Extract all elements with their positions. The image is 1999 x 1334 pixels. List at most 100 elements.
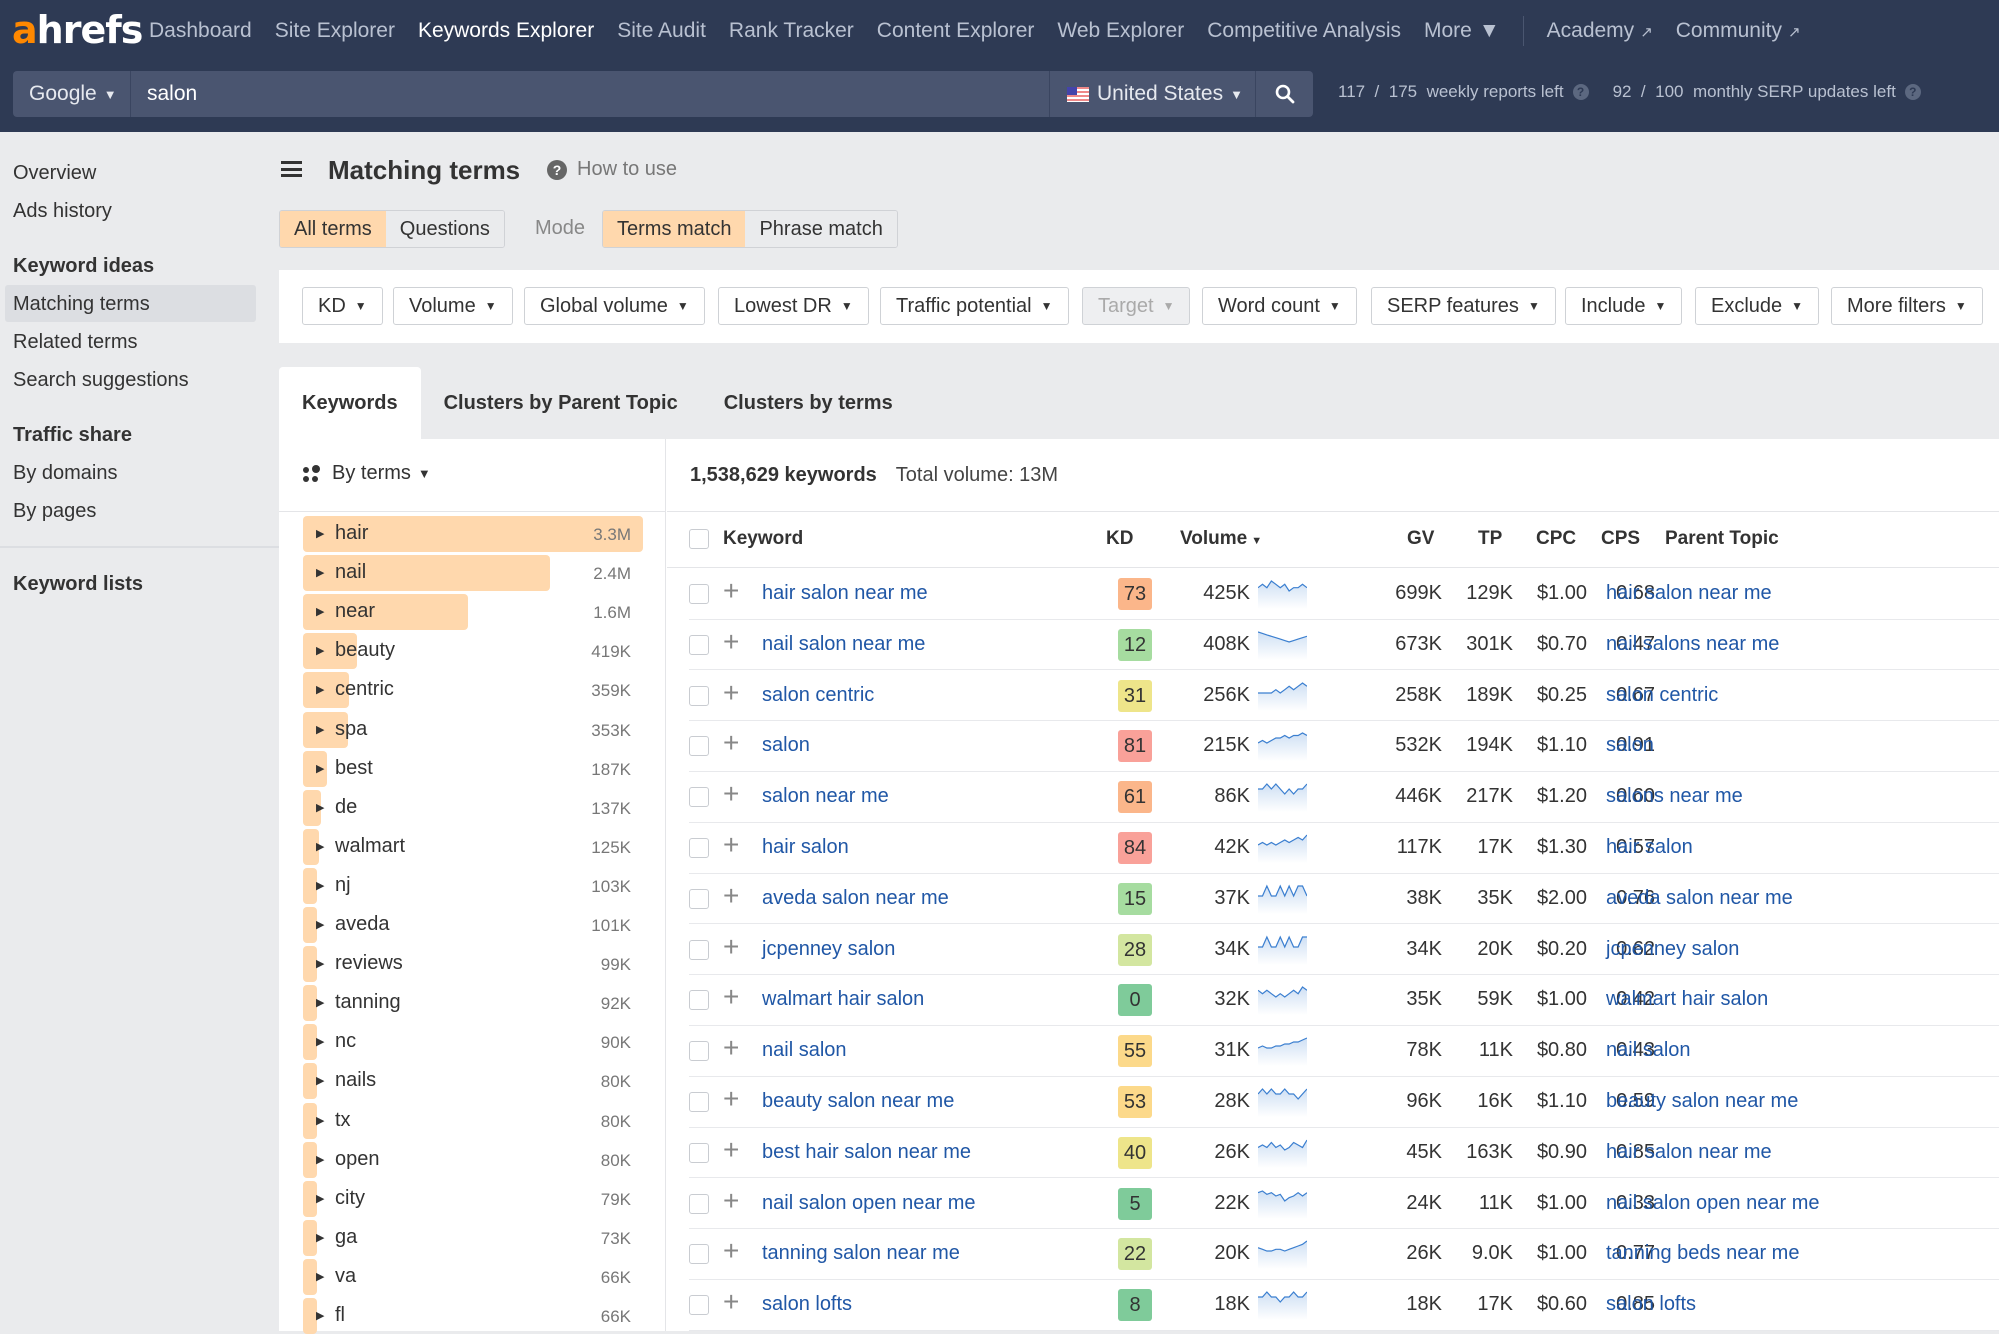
nav-more-menu[interactable]: More ▼ (1424, 19, 1500, 43)
add-to-list-icon[interactable]: + (723, 626, 739, 658)
add-to-list-icon[interactable]: + (723, 575, 739, 607)
parent-topic-link[interactable]: walmart hair salon (1606, 988, 1768, 1011)
term-item[interactable]: ▶ tx 80K (303, 1102, 643, 1139)
add-to-list-icon[interactable]: + (723, 677, 739, 709)
row-checkbox[interactable] (689, 888, 709, 909)
nav-dashboard[interactable]: Dashboard (149, 19, 252, 43)
trend-sparkline[interactable] (1258, 1237, 1307, 1270)
parent-topic-link[interactable]: beauty salon near me (1606, 1090, 1798, 1113)
hamburger-menu-icon[interactable] (281, 161, 302, 177)
column-cpc[interactable]: CPC (1536, 528, 1576, 550)
trend-sparkline[interactable] (1258, 577, 1307, 609)
keyword-link[interactable]: salon (762, 734, 810, 757)
select-all-checkbox[interactable] (689, 529, 709, 549)
row-checkbox[interactable] (689, 1193, 709, 1214)
column-volume[interactable]: Volume ▼ (1180, 528, 1262, 550)
trend-sparkline[interactable] (1258, 983, 1307, 1016)
trend-sparkline[interactable] (1258, 1187, 1307, 1219)
row-checkbox[interactable] (689, 736, 709, 757)
expand-triangle-icon[interactable]: ▶ (316, 1035, 324, 1048)
parent-topic-link[interactable]: tanning beds near me (1606, 1242, 1799, 1265)
toggle-phrase-match[interactable]: Phrase match (745, 211, 897, 247)
expand-triangle-icon[interactable]: ▶ (316, 1270, 324, 1283)
parent-topic-link[interactable]: salon (1606, 734, 1654, 757)
add-to-list-icon[interactable]: + (723, 931, 739, 963)
add-to-list-icon[interactable]: + (723, 829, 739, 861)
sidebar-item-related-terms[interactable]: Related terms (13, 331, 138, 354)
keyword-link[interactable]: best hair salon near me (762, 1141, 971, 1164)
sidebar-item-overview[interactable]: Overview (13, 162, 96, 185)
row-checkbox[interactable] (689, 584, 709, 604)
term-item[interactable]: ▶ ga 73K (303, 1219, 643, 1256)
keyword-search-input[interactable]: salon (131, 71, 1049, 117)
term-item[interactable]: ▶ beauty 419K (303, 633, 643, 670)
trend-sparkline[interactable] (1258, 1034, 1307, 1067)
add-to-list-icon[interactable]: + (723, 1083, 739, 1115)
expand-triangle-icon[interactable]: ▶ (316, 1192, 324, 1205)
expand-triangle-icon[interactable]: ▶ (316, 957, 324, 970)
nav-academy[interactable]: Academy ↗ (1547, 19, 1653, 43)
filter-word-count[interactable]: Word count ▼ (1202, 287, 1357, 325)
trend-sparkline[interactable] (1258, 1288, 1307, 1321)
parent-topic-link[interactable]: nail salon open near me (1606, 1192, 1819, 1215)
expand-triangle-icon[interactable]: ▶ (316, 1074, 324, 1087)
parent-topic-link[interactable]: jcpenney salon (1606, 938, 1739, 961)
sidebar-item-keyword-lists[interactable]: Keyword lists (13, 573, 143, 596)
parent-topic-link[interactable]: salon lofts (1606, 1293, 1696, 1316)
row-checkbox[interactable] (689, 685, 709, 706)
filter-more-filters[interactable]: More filters ▼ (1831, 287, 1983, 325)
sidebar-item-matching-terms[interactable]: Matching terms (13, 293, 150, 316)
filter-kd[interactable]: KD ▼ (302, 287, 383, 325)
trend-sparkline[interactable] (1258, 780, 1307, 813)
row-checkbox[interactable] (689, 634, 709, 655)
term-item[interactable]: ▶ nail 2.4M (303, 555, 643, 592)
term-item[interactable]: ▶ reviews 99K (303, 946, 643, 983)
term-item[interactable]: ▶ best 187K (303, 750, 643, 787)
add-to-list-icon[interactable]: + (723, 778, 739, 810)
sidebar-item-by-domains[interactable]: By domains (13, 462, 118, 485)
column-kd[interactable]: KD (1106, 528, 1133, 550)
expand-triangle-icon[interactable]: ▶ (316, 879, 324, 892)
term-item[interactable]: ▶ nc 90K (303, 1024, 643, 1061)
expand-triangle-icon[interactable]: ▶ (316, 1153, 324, 1166)
term-item[interactable]: ▶ va 66K (303, 1258, 643, 1295)
add-to-list-icon[interactable]: + (723, 1185, 739, 1217)
row-checkbox[interactable] (689, 1244, 709, 1265)
keyword-link[interactable]: walmart hair salon (762, 988, 924, 1011)
expand-triangle-icon[interactable]: ▶ (316, 527, 324, 540)
row-checkbox[interactable] (689, 1092, 709, 1112)
nav-keywords-explorer[interactable]: Keywords Explorer (418, 19, 594, 43)
parent-topic-link[interactable]: hair salon near me (1606, 582, 1772, 605)
keyword-link[interactable]: aveda salon near me (762, 887, 949, 910)
parent-topic-link[interactable]: nail salon (1606, 1039, 1691, 1062)
tab-clusters-by-terms[interactable]: Clusters by terms (701, 367, 916, 439)
column-parent-topic[interactable]: Parent Topic (1665, 528, 1779, 550)
column-gv[interactable]: GV (1407, 528, 1434, 550)
parent-topic-link[interactable]: salon centric (1606, 684, 1718, 707)
search-engine-select[interactable]: Google ▼ (13, 71, 131, 117)
parent-topic-link[interactable]: aveda salon near me (1606, 887, 1793, 910)
row-checkbox[interactable] (689, 990, 709, 1011)
trend-sparkline[interactable] (1258, 628, 1307, 660)
trend-sparkline[interactable] (1258, 1136, 1307, 1168)
column-tp[interactable]: TP (1478, 528, 1502, 550)
add-to-list-icon[interactable]: + (723, 727, 739, 759)
help-icon[interactable]: ? (1572, 84, 1589, 100)
keyword-link[interactable]: hair salon (762, 836, 849, 859)
tab-keywords[interactable]: Keywords (279, 367, 421, 439)
row-checkbox[interactable] (689, 939, 709, 960)
keyword-link[interactable]: salon centric (762, 684, 874, 707)
trend-sparkline[interactable] (1258, 729, 1307, 762)
add-to-list-icon[interactable]: + (723, 981, 739, 1013)
keyword-link[interactable]: nail salon near me (762, 633, 925, 656)
filter-traffic-potential[interactable]: Traffic potential ▼ (880, 287, 1069, 325)
group-by-select[interactable]: By terms ▼ (303, 462, 431, 485)
term-item[interactable]: ▶ spa 353K (303, 711, 643, 748)
expand-triangle-icon[interactable]: ▶ (316, 996, 324, 1009)
filter-volume[interactable]: Volume ▼ (393, 287, 513, 325)
trend-sparkline[interactable] (1258, 679, 1307, 711)
filter-lowest-dr[interactable]: Lowest DR ▼ (718, 287, 869, 325)
term-item[interactable]: ▶ near 1.6M (303, 594, 643, 631)
expand-triangle-icon[interactable]: ▶ (316, 1309, 324, 1322)
expand-triangle-icon[interactable]: ▶ (316, 1231, 324, 1244)
